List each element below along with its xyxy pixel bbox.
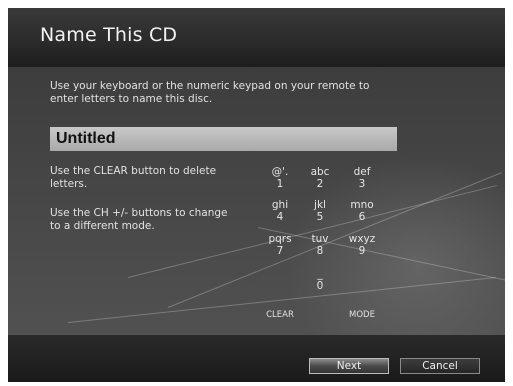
page-title: Name This CD	[40, 24, 178, 46]
clear-hint-text: Use the CLEAR button to delete letters.	[50, 165, 217, 190]
key-letters: ghi	[271, 199, 289, 211]
keypad-key-0[interactable]: _ 0	[301, 268, 339, 292]
key-number: 6	[358, 211, 366, 223]
mode-hint-text: Use the CH +/- buttons to change to a di…	[50, 207, 228, 232]
keypad-key-2[interactable]: abc 2	[301, 166, 339, 190]
keypad-key-7[interactable]: pqrs 7	[261, 233, 299, 257]
key-letters: wxyz	[348, 233, 376, 245]
key-number: 8	[316, 245, 324, 257]
key-number: 5	[316, 211, 324, 223]
key-letters: def	[353, 166, 371, 178]
keypad-mode-key[interactable]: MODE	[337, 310, 387, 320]
keypad-key-9[interactable]: wxyz 9	[343, 233, 381, 257]
instruction-text: Use your keyboard or the numeric keypad …	[50, 80, 370, 105]
key-number: 3	[358, 178, 366, 190]
key-number: 9	[358, 245, 366, 257]
key-letters: tuv	[311, 233, 329, 245]
keypad-key-5[interactable]: jkl 5	[301, 199, 339, 223]
key-letters: pqrs	[268, 233, 292, 245]
key-letters: jkl	[314, 199, 326, 211]
next-button[interactable]: Next	[309, 358, 389, 374]
key-letters: @'.	[271, 166, 289, 178]
key-number: 7	[276, 245, 284, 257]
key-number: 0	[316, 280, 324, 292]
keypad-key-4[interactable]: ghi 4	[261, 199, 299, 223]
cancel-button[interactable]: Cancel	[400, 358, 480, 374]
keypad-clear-key[interactable]: CLEAR	[255, 310, 305, 320]
key-letters: mno	[350, 199, 374, 211]
keypad-key-6[interactable]: mno 6	[343, 199, 381, 223]
disc-name-field[interactable]: Untitled	[50, 127, 397, 151]
content-background	[8, 67, 505, 335]
keypad-key-8[interactable]: tuv 8	[301, 233, 339, 257]
key-number: 1	[276, 178, 284, 190]
key-number: 4	[276, 211, 284, 223]
key-letters: abc	[310, 166, 330, 178]
key-letters: _	[317, 268, 323, 280]
name-cd-dialog	[8, 8, 505, 382]
keypad-key-1[interactable]: @'. 1	[261, 166, 299, 190]
keypad-key-3[interactable]: def 3	[343, 166, 381, 190]
key-number: 2	[316, 178, 324, 190]
